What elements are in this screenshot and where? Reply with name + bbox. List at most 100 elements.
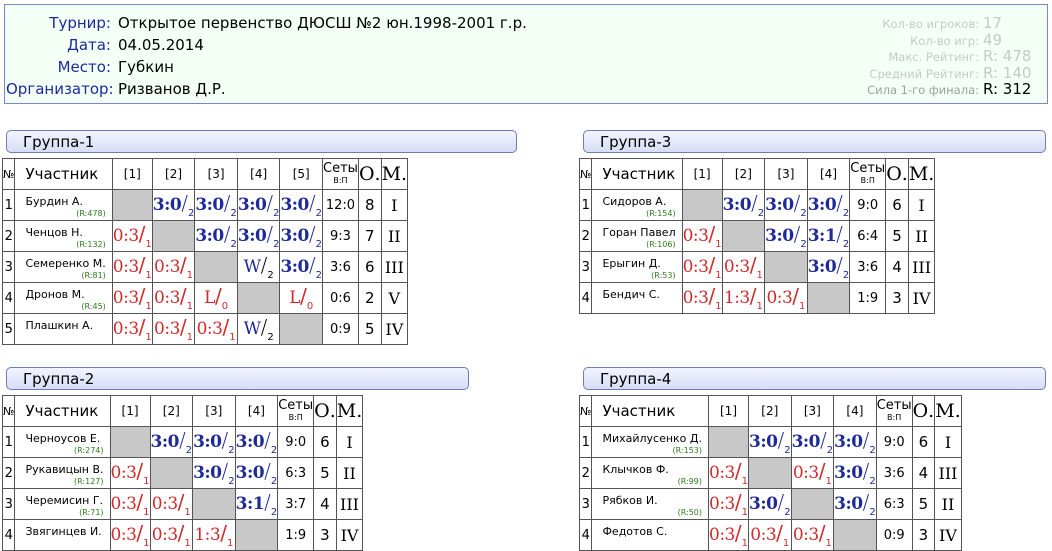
participant-name[interactable]: Плашкин А.: [25, 320, 105, 332]
col-header-opponent: [4]: [234, 395, 279, 427]
match-score: 0:3: [682, 288, 709, 308]
match-score: 0:3: [682, 226, 709, 246]
participant-cell[interactable]: Клычков Ф. (R:99): [591, 457, 710, 489]
match-points: 2: [185, 445, 193, 456]
participant-name[interactable]: Клычков Ф.: [602, 464, 702, 476]
sets-total: 6:3: [875, 488, 913, 520]
participant-cell[interactable]: Ерыгин Д. (R:53): [591, 251, 683, 283]
col-header-place: М.: [380, 158, 409, 190]
participant-name[interactable]: Черемисин Г.: [25, 495, 103, 507]
match-result: 1:3/1: [192, 519, 236, 551]
participant-name[interactable]: Ченцов Н.: [25, 227, 105, 239]
participant-cell[interactable]: Черноусов Е. (R:274): [14, 426, 111, 458]
participant-name[interactable]: Ерыгин Д.: [602, 258, 675, 270]
participant-name[interactable]: Сидоров А.: [602, 196, 675, 208]
participant-cell[interactable]: Рябков И. (R:50): [591, 488, 710, 520]
participant-cell[interactable]: Звягинцев И.: [14, 519, 111, 551]
final-place: I: [335, 426, 364, 458]
match-result: 3:1/2: [806, 220, 851, 252]
participant-cell[interactable]: Дронов М. (R:45): [14, 282, 113, 314]
participant-name[interactable]: Федотов С.: [602, 526, 702, 538]
points-total: 2: [357, 282, 382, 314]
match-result: 3:0/2: [806, 189, 851, 221]
match-points: 1: [741, 538, 748, 549]
participant-cell[interactable]: Горан Павел (R:106): [591, 220, 683, 252]
match-score: 0:3: [792, 525, 819, 545]
participant-name[interactable]: Рябков И.: [602, 495, 702, 507]
match-score: 3:1: [807, 226, 837, 246]
row-number: 4: [1, 519, 16, 551]
col-header-opponent: [4]: [806, 158, 851, 190]
row-number: 1: [578, 426, 593, 458]
participant-rating: (R:132): [76, 240, 106, 249]
match-points: 0: [221, 301, 229, 312]
sets-header-sub: В:П: [887, 412, 902, 422]
participant-cell[interactable]: Ченцов Н. (R:132): [14, 220, 113, 252]
match-points: 2: [230, 239, 237, 250]
match-result: 3:0/2: [236, 220, 281, 252]
participant-cell[interactable]: Федотов С.: [591, 519, 710, 551]
participant-name[interactable]: Бендич С.: [602, 289, 675, 301]
final-place: IV: [335, 519, 364, 551]
match-score: 0:3: [112, 257, 139, 277]
score-separator: /: [308, 253, 316, 277]
score-separator: /: [308, 191, 316, 215]
final-place: I: [907, 189, 936, 221]
match-result: L/0: [194, 282, 238, 314]
match-score: W: [243, 319, 261, 339]
score-separator: /: [734, 459, 742, 483]
participant-cell[interactable]: Черемисин Г. (R:71): [14, 488, 111, 520]
group-table: № Участник [1] [2] [3] [4] [5] Сеты В:П О. М. 1 Бурд…: [1, 158, 409, 345]
final-place: III: [934, 457, 962, 489]
participant-name[interactable]: Семеренко М.: [25, 258, 105, 270]
match-result: 3:0/2: [833, 488, 877, 520]
group-title: Группа-4: [583, 367, 1046, 390]
row-number: 4: [578, 282, 593, 314]
match-result: 1:3/1: [721, 282, 766, 314]
match-result: 3:0/2: [192, 457, 236, 489]
participant-name[interactable]: Звягинцев И.: [25, 526, 103, 538]
participant-cell[interactable]: Семеренко М. (R:81): [14, 251, 113, 283]
self-match-cell: [833, 519, 877, 551]
tournament-stats: Кол-во игроков: 17 Кол-во игр: 49 Макс. …: [819, 14, 1039, 98]
match-result: 0:3/1: [708, 457, 749, 489]
match-score: 1:3: [194, 525, 221, 545]
participant-cell[interactable]: Михайлусенко Д. (R:153): [591, 426, 710, 458]
points-total: 7: [357, 220, 382, 252]
organizer-label: Организатор:: [6, 80, 114, 98]
participant-cell[interactable]: Сидоров А. (R:154): [591, 189, 683, 221]
participant-name[interactable]: Михайлусенко Д.: [602, 433, 702, 445]
match-score: 0:3: [110, 494, 137, 514]
participant-name[interactable]: Бурдин А.: [25, 196, 105, 208]
participant-rating: (R:478): [76, 209, 106, 218]
participant-cell[interactable]: Плашкин А.: [14, 313, 113, 345]
match-points: 2: [315, 270, 323, 281]
match-score: 3:0: [195, 195, 224, 215]
participant-cell[interactable]: Бурдин А. (R:478): [14, 189, 113, 221]
match-points: 2: [757, 208, 765, 219]
participant-name[interactable]: Рукавицын В.: [25, 464, 103, 476]
match-score: 3:0: [834, 463, 863, 483]
stat-label: Сила 1-го финала:: [867, 83, 979, 97]
match-result: 0:3/1: [790, 457, 835, 489]
match-points: 2: [273, 208, 280, 219]
match-result: 3:0/2: [748, 488, 792, 520]
stat-value: R: 478: [983, 47, 1032, 65]
score-separator: /: [223, 191, 231, 215]
participant-cell[interactable]: Бендич С.: [591, 282, 683, 314]
match-result: 0:3/1: [151, 282, 196, 314]
final-place: V: [380, 282, 409, 314]
match-score: 0:3: [750, 525, 777, 545]
player-row: 2 Клычков Ф. (R:99) 0:3/1 0:3/1 3:0/2 3:6 4 III: [578, 457, 962, 489]
participant-name[interactable]: Черноусов Е.: [25, 433, 103, 445]
participant-name[interactable]: Горан Павел: [602, 227, 675, 239]
col-header-num: №: [578, 395, 593, 427]
match-result: 3:0/2: [234, 457, 279, 489]
participant-name[interactable]: Дронов М.: [25, 289, 105, 301]
match-points: 2: [315, 208, 323, 219]
col-header-participant: Участник: [14, 395, 111, 427]
player-row: 4 Федотов С. 0:3/1 0:3/1 0:3/1 0:9 3 IV: [578, 519, 962, 551]
col-header-opponent: [3]: [790, 395, 835, 427]
match-score: 0:3: [110, 463, 137, 483]
participant-cell[interactable]: Рукавицын В. (R:127): [14, 457, 111, 489]
